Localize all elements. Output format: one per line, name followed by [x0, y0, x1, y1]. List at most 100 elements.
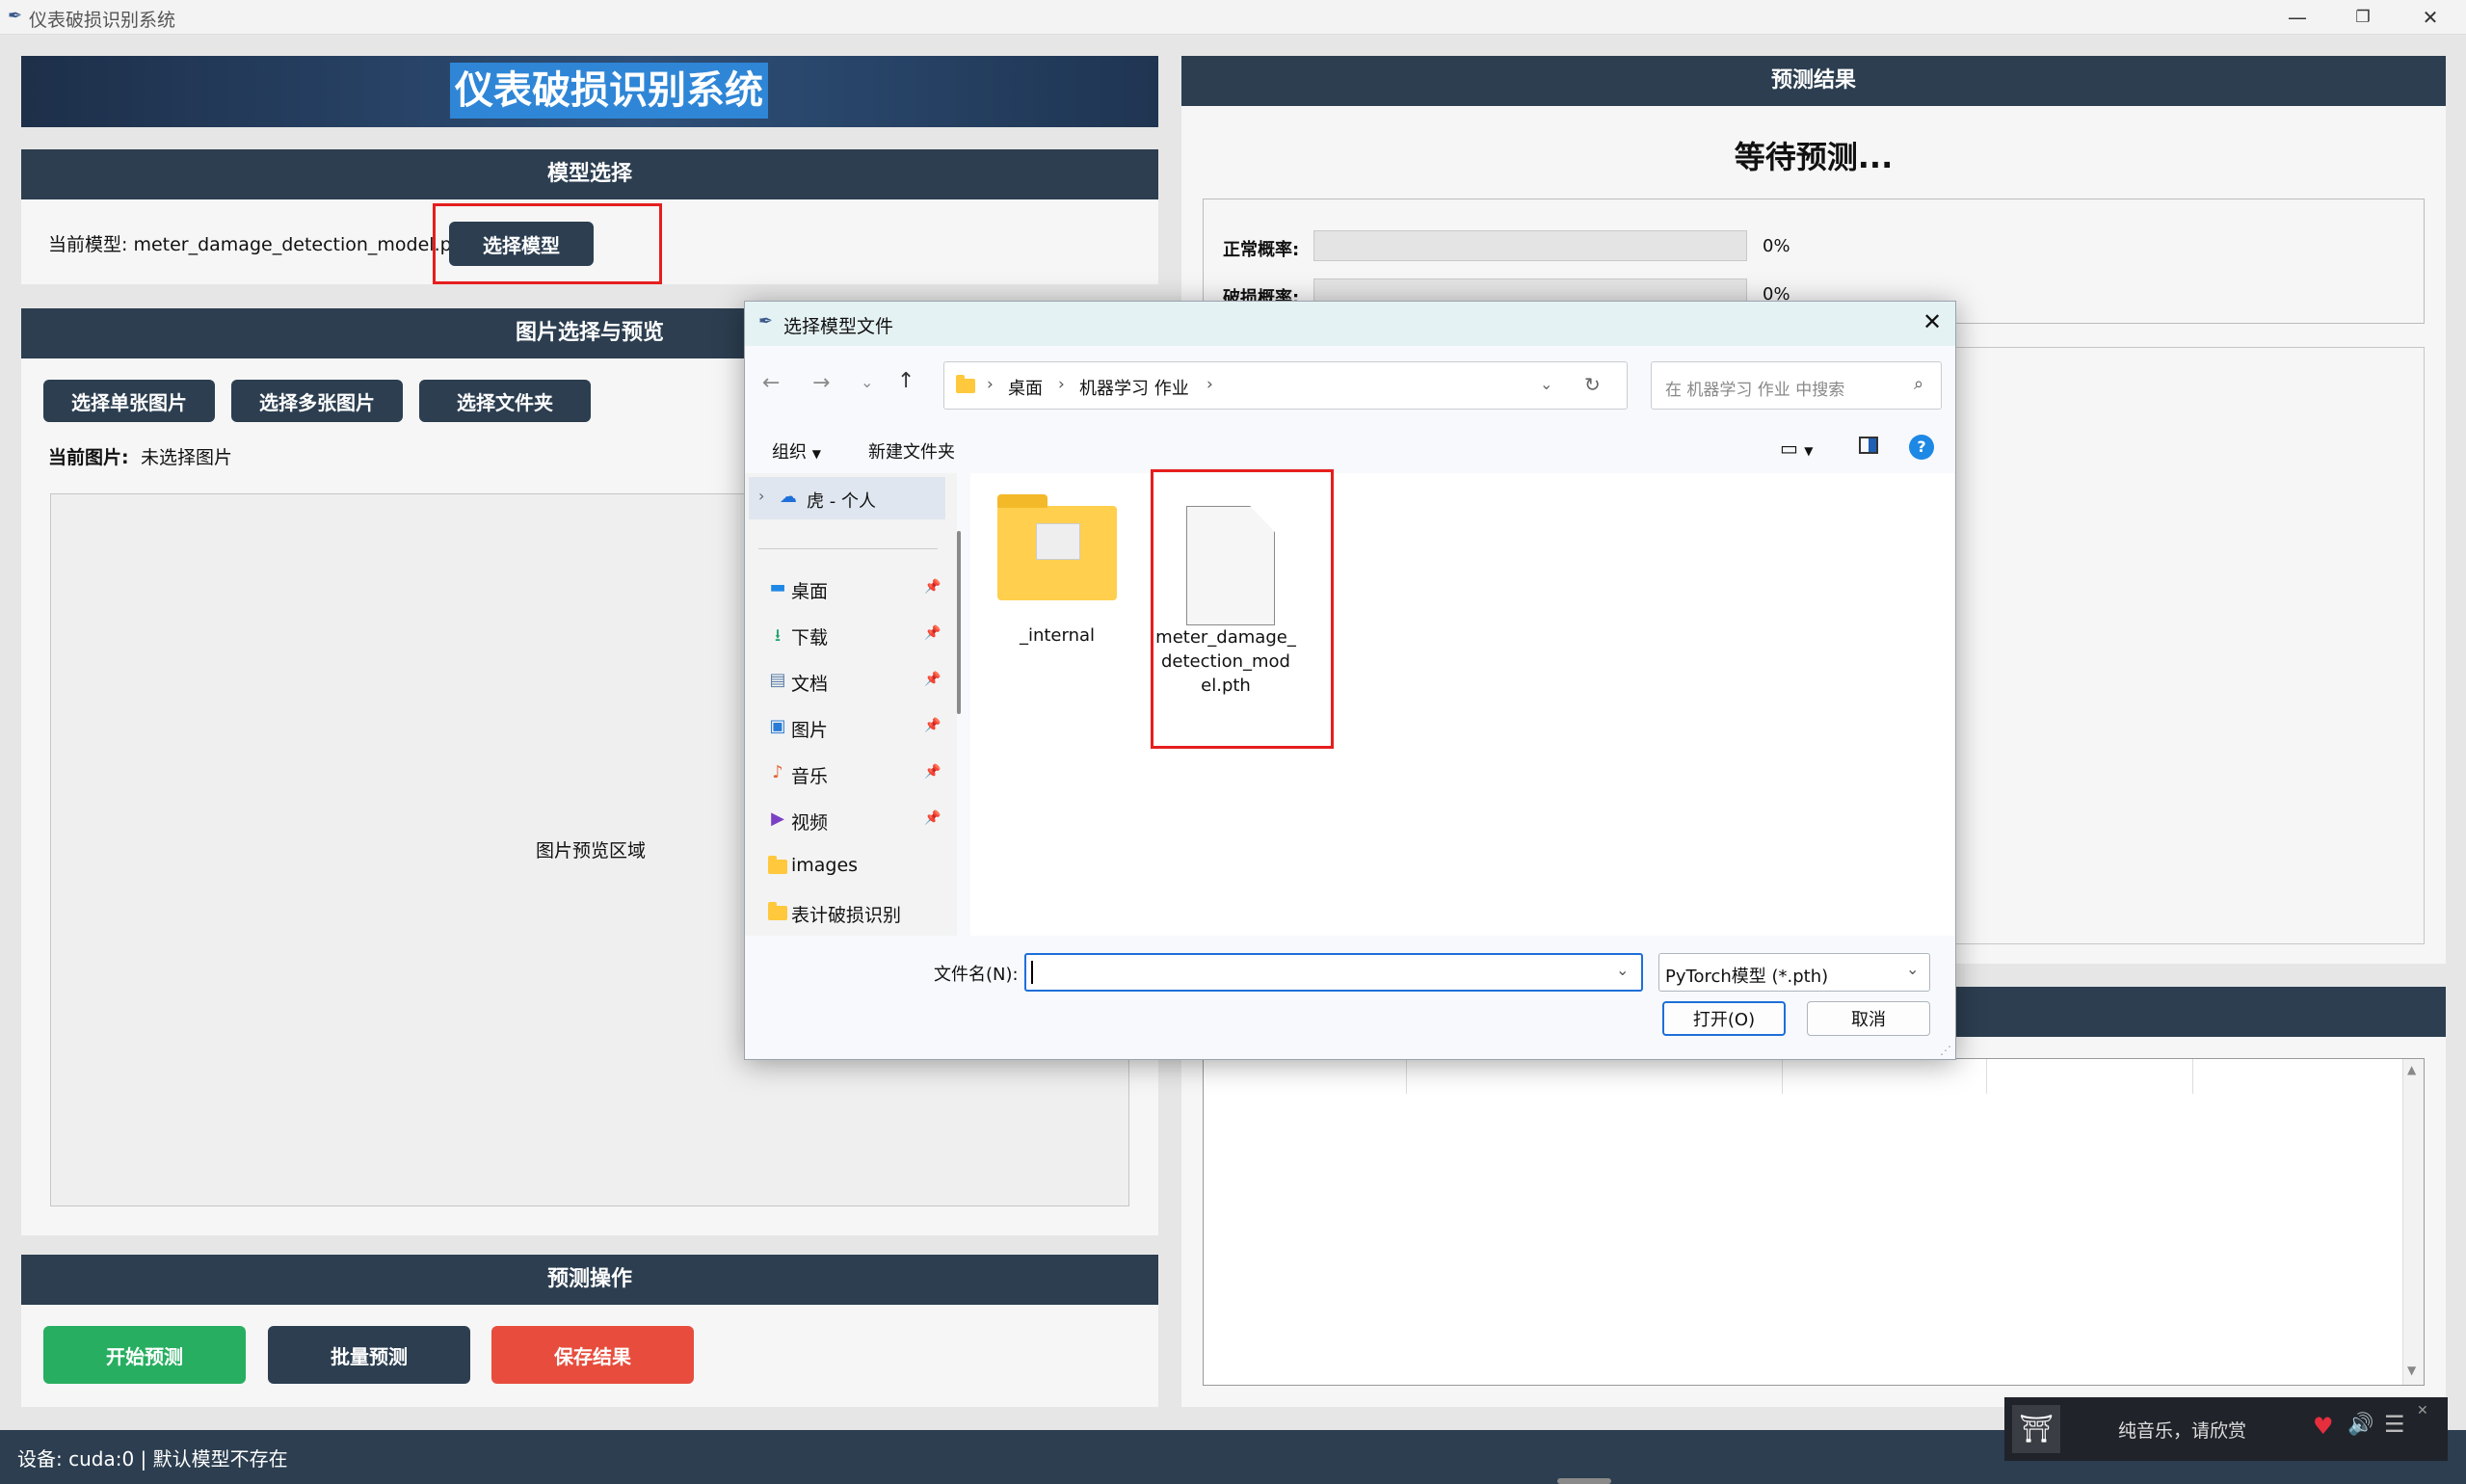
column-divider [1782, 1059, 1783, 1094]
column-divider [1986, 1059, 1987, 1094]
view-options-icon[interactable]: ▭ ▼ [1780, 437, 1814, 460]
help-icon[interactable]: ? [1909, 435, 1934, 460]
document-icon: ▤ [769, 670, 786, 690]
navigation-pane: › ☁ 虎 - 个人 ▬ 桌面 📌 ⭳ 下载 📌 ▤ 文档 📌 ▣ 图片 📌 ♪ 音乐 📌 ▶ 视频 📌… [745, 473, 961, 936]
taskbar-indicator [1557, 1478, 1611, 1484]
pin-icon: 📌 [924, 764, 941, 780]
app-feather-icon: ✒ [8, 6, 23, 26]
select-single-image-button[interactable]: 选择单张图片 [43, 380, 215, 422]
volume-icon[interactable]: 🔊 [2347, 1413, 2373, 1437]
column-divider [2192, 1059, 2193, 1094]
window-titlebar: ✒ 仪表破损识别系统 — ❐ ✕ [0, 0, 2466, 35]
nav-item-images[interactable]: images [745, 845, 938, 888]
organize-dropdown-icon: ▼ [811, 447, 821, 461]
like-heart-icon[interactable]: ♥ [2313, 1413, 2334, 1440]
search-placeholder: 在 机器学习 作业 中搜索 [1665, 381, 1845, 400]
nav-item-music[interactable]: ♪ 音乐 📌 [745, 753, 941, 795]
cancel-button[interactable]: 取消 [1807, 1001, 1930, 1036]
folder-icon [768, 856, 787, 874]
nav-label: 桌面 [791, 581, 829, 602]
search-icon[interactable]: ⌕ [1914, 374, 1923, 394]
filter-dropdown-icon: ⌄ [1906, 960, 1920, 978]
breadcrumb-ml-homework[interactable]: 机器学习 作业 [1079, 375, 1189, 400]
dialog-close-button[interactable]: ✕ [1922, 308, 1942, 335]
nav-label: 下载 [791, 627, 829, 649]
resize-grip-icon[interactable]: ⋰ [1940, 1044, 1951, 1057]
text-cursor [1031, 961, 1033, 984]
preview-pane-icon[interactable] [1859, 437, 1878, 454]
folder-icon [997, 494, 1117, 600]
search-box[interactable]: 在 机器学习 作业 中搜索 ⌕ [1651, 361, 1942, 410]
nav-item-pictures[interactable]: ▣ 图片 📌 [745, 706, 941, 749]
pin-icon: 📌 [924, 718, 941, 733]
nav-scrollbar[interactable] [957, 531, 961, 714]
nav-onedrive-label: 虎 - 个人 [807, 491, 876, 512]
onedrive-cloud-icon: ☁ [780, 487, 797, 507]
app-banner: 仪表破损识别系统 [21, 56, 1158, 127]
start-predict-button[interactable]: 开始预测 [43, 1326, 246, 1384]
breadcrumb-separator-icon: › [1206, 375, 1213, 394]
address-dropdown-icon[interactable]: ⌄ [1540, 375, 1552, 393]
playlist-icon[interactable]: ☰ [2384, 1411, 2405, 1438]
scroll-up-arrow-icon[interactable]: ▲ [2407, 1063, 2416, 1076]
file-type-filter[interactable]: PyTorch模型 (*.pth) ⌄ [1658, 953, 1930, 992]
refresh-icon[interactable]: ↻ [1584, 373, 1601, 396]
folder-icon [768, 902, 787, 920]
filename-dropdown-icon[interactable]: ⌄ [1616, 961, 1629, 979]
address-folder-icon [956, 375, 975, 393]
nav-item-meter-damage[interactable]: 表计破损识别 [745, 891, 938, 934]
nav-item-downloads[interactable]: ⭳ 下载 📌 [745, 614, 941, 656]
history-section-panel: ▲ ▼ [1181, 1037, 2446, 1407]
music-close-icon[interactable]: ✕ [2417, 1403, 2428, 1418]
open-button[interactable]: 打开(O) [1662, 1001, 1786, 1036]
address-bar[interactable]: › 桌面 › 机器学习 作业 › ⌄ ↻ [943, 361, 1628, 410]
normal-probability-bar [1313, 230, 1747, 261]
music-icon: ♪ [772, 762, 783, 782]
prediction-status: 等待预测... [1734, 139, 1894, 175]
model-section-panel: 当前模型: meter_damage_detection_model.pth 选… [21, 199, 1158, 284]
history-table[interactable]: ▲ ▼ [1203, 1058, 2425, 1386]
current-model-label: 当前模型: meter_damage_detection_model.pth [48, 234, 471, 255]
minimize-button[interactable]: — [2266, 0, 2329, 35]
nav-onedrive[interactable]: › ☁ 虎 - 个人 [749, 477, 945, 519]
history-scrollbar[interactable]: ▲ ▼ [2402, 1059, 2424, 1385]
file-item-internal-folder[interactable]: _internal [990, 483, 1125, 676]
breadcrumb-desktop[interactable]: 桌面 [1008, 375, 1043, 400]
scroll-down-arrow-icon[interactable]: ▼ [2407, 1364, 2416, 1377]
predict-section-panel: 开始预测 批量预测 保存结果 [21, 1305, 1158, 1407]
back-arrow-icon[interactable]: ← [762, 371, 780, 395]
organize-menu[interactable]: 组织 ▼ [772, 438, 821, 464]
nav-label: 音乐 [791, 766, 829, 787]
pictures-icon: ▣ [769, 716, 786, 736]
nav-label: 文档 [791, 674, 829, 695]
video-icon: ▶ [771, 808, 784, 829]
select-folder-button[interactable]: 选择文件夹 [419, 380, 591, 422]
select-multiple-images-button[interactable]: 选择多张图片 [231, 380, 403, 422]
close-window-button[interactable]: ✕ [2399, 0, 2462, 35]
new-folder-button[interactable]: 新建文件夹 [868, 438, 955, 464]
current-image-value: 未选择图片 [141, 447, 233, 468]
breadcrumb-separator-icon: › [987, 375, 994, 394]
recent-dropdown-icon[interactable]: ⌄ [861, 373, 873, 391]
nav-item-documents[interactable]: ▤ 文档 📌 [745, 660, 941, 702]
predict-section-header: 预测操作 [21, 1255, 1158, 1305]
normal-probability-value: 0% [1763, 236, 1790, 256]
batch-predict-button[interactable]: 批量预测 [268, 1326, 470, 1384]
music-widget[interactable]: ⛩ 纯音乐，请欣赏 ♥ 🔊 ☰ ✕ [2004, 1397, 2448, 1461]
nav-item-desktop[interactable]: ▬ 桌面 📌 [745, 568, 941, 610]
pin-icon: 📌 [924, 672, 941, 687]
nav-label: images [791, 855, 859, 876]
highlight-box [1151, 469, 1334, 749]
album-art-icon: ⛩ [2012, 1405, 2060, 1453]
nav-label: 图片 [791, 720, 829, 741]
model-section-header: 模型选择 [21, 149, 1158, 199]
maximize-button[interactable]: ❐ [2331, 0, 2395, 35]
filename-input[interactable]: ⌄ [1024, 953, 1643, 992]
up-arrow-icon[interactable]: ↑ [897, 369, 915, 393]
nav-label: 表计破损识别 [791, 905, 902, 926]
save-results-button[interactable]: 保存结果 [491, 1326, 694, 1384]
forward-arrow-icon[interactable]: → [812, 371, 830, 395]
nav-item-videos[interactable]: ▶ 视频 📌 [745, 799, 941, 841]
breadcrumb-separator-icon: › [1058, 375, 1065, 394]
expand-chevron-icon[interactable]: › [758, 487, 764, 505]
